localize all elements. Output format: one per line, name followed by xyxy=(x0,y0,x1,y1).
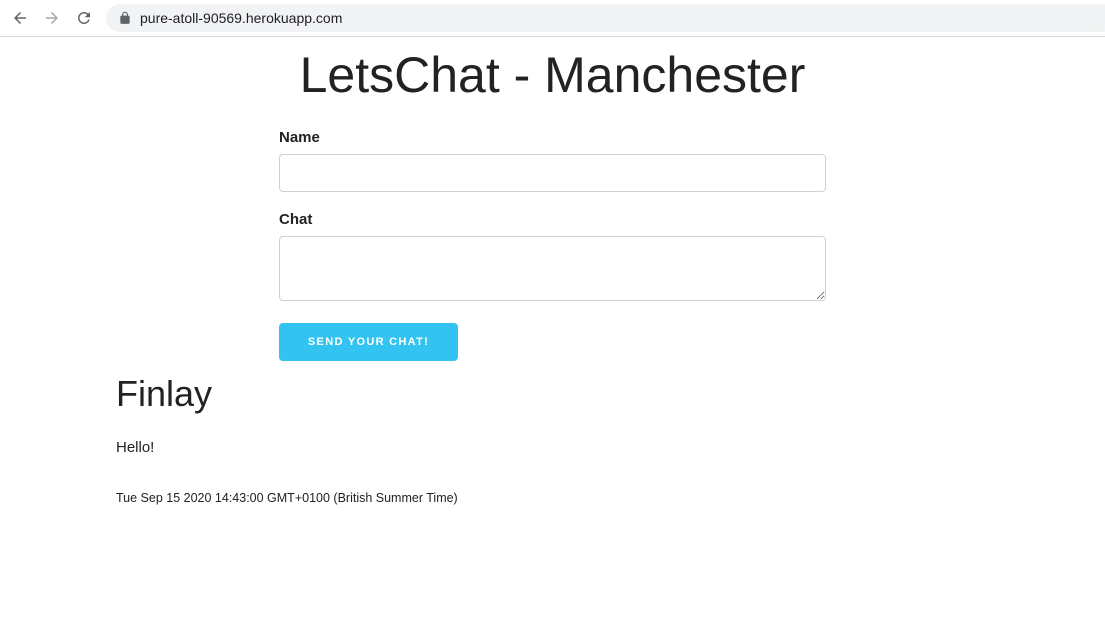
send-chat-button[interactable]: Send your chat! xyxy=(279,323,458,361)
message-timestamp: Tue Sep 15 2020 14:43:00 GMT+0100 (Briti… xyxy=(116,491,458,505)
name-input[interactable] xyxy=(279,154,826,192)
forward-arrow-icon[interactable] xyxy=(40,6,64,30)
name-label: Name xyxy=(279,129,320,146)
page-title: LetsChat - Manchester xyxy=(299,47,806,103)
reload-icon[interactable] xyxy=(72,6,96,30)
address-bar[interactable]: pure-atoll-90569.herokuapp.com xyxy=(106,4,1105,32)
lock-icon xyxy=(120,11,130,24)
chat-message: Finlay Hello! Tue Sep 15 2020 14:43:00 G… xyxy=(116,372,816,505)
chat-label: Chat xyxy=(279,211,313,228)
message-author: Finlay xyxy=(116,373,213,414)
chat-textarea[interactable] xyxy=(279,236,826,301)
browser-toolbar: pure-atoll-90569.herokuapp.com xyxy=(0,0,1105,37)
back-arrow-icon[interactable] xyxy=(8,6,32,30)
message-text: Hello! xyxy=(116,439,155,456)
url-text: pure-atoll-90569.herokuapp.com xyxy=(140,10,343,26)
